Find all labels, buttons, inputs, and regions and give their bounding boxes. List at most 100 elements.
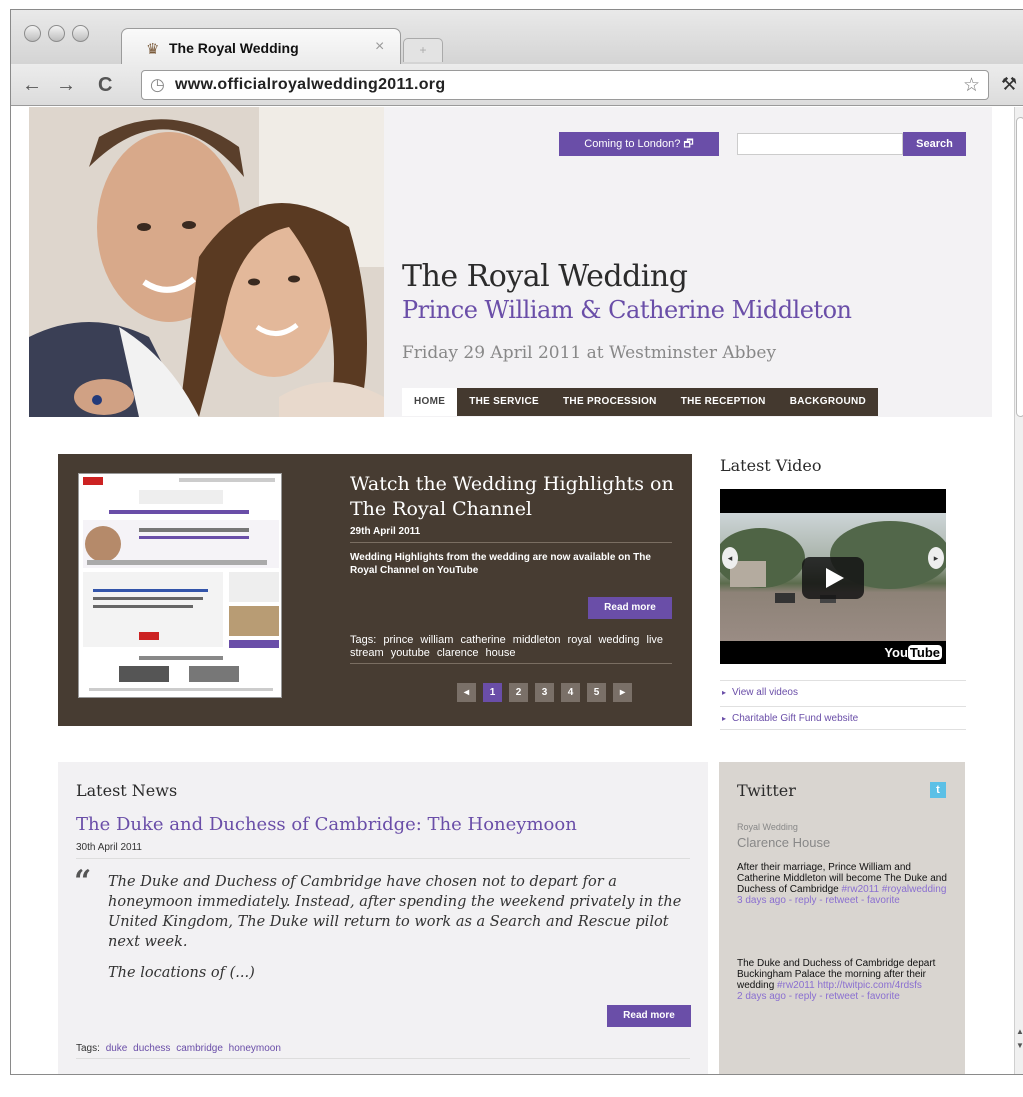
nav-the-service[interactable]: THE SERVICE [457, 388, 552, 416]
tag-link[interactable]: royal [568, 634, 592, 646]
latest-news-panel: Latest News The Duke and Duchess of Camb… [58, 762, 708, 1074]
tag-link[interactable]: house [486, 647, 516, 659]
tag-link[interactable]: honeymoon [229, 1043, 281, 1054]
divider [76, 1058, 690, 1059]
browser-window: ♛ The Royal Wedding × + ← → C ◷ www.offi… [10, 9, 1023, 1075]
video-prev-icon[interactable]: ◂ [722, 547, 738, 569]
main-navigation: HOME THE SERVICE THE PROCESSION THE RECE… [402, 388, 879, 416]
nav-the-procession[interactable]: THE PROCESSION [551, 388, 669, 416]
pager-page-2[interactable]: 2 [509, 683, 528, 702]
feature-description: Wedding Highlights from the wedding are … [350, 552, 651, 576]
video-next-icon[interactable]: ▸ [928, 547, 944, 569]
twitter-account-org[interactable]: Clarence House [737, 835, 830, 850]
tag-link[interactable]: duke [106, 1043, 128, 1054]
royal-channel-screenshot[interactable] [78, 473, 282, 698]
arrow-bullet-icon: ▸ [722, 714, 727, 723]
news-excerpt-continued: The locations of (...) [108, 965, 255, 981]
nav-home[interactable]: HOME [402, 388, 458, 416]
video-player[interactable]: ◂ ▸ You Tube [720, 489, 946, 664]
globe-icon: ◷ [150, 75, 165, 94]
site-date-line: Friday 29 April 2011 at Westminster Abbe… [402, 343, 777, 363]
charitable-gift-fund-link[interactable]: ▸ Charitable Gift Fund website [720, 706, 966, 730]
address-bar[interactable]: ◷ www.officialroyalwedding2011.org ☆ [141, 70, 989, 100]
latest-news-heading: Latest News [76, 781, 178, 800]
feature-carousel: Watch the Wedding Highlights on The Roya… [58, 454, 692, 726]
search-input[interactable] [737, 133, 903, 155]
pager-next-icon[interactable]: ▸ [613, 683, 632, 702]
tag-link[interactable]: wedding [598, 634, 639, 646]
web-page: Coming to London? 🗗 Search The Royal Wed… [11, 107, 1014, 1074]
scroll-up-icon[interactable]: ▲ [1016, 1027, 1023, 1036]
nav-background[interactable]: BACKGROUND [777, 388, 879, 416]
news-tags: Tags: duke duchess cambridge honeymoon [76, 1043, 281, 1054]
twitter-heading: Twitter [737, 781, 796, 800]
latest-video-heading: Latest Video [720, 456, 822, 475]
tag-link[interactable]: duchess [133, 1043, 170, 1054]
tag-link[interactable]: youtube [391, 647, 430, 659]
new-tab-button[interactable]: + [403, 38, 443, 62]
site-title: The Royal Wedding [402, 259, 688, 294]
tab-title: The Royal Wedding [169, 40, 299, 56]
pager-prev-icon[interactable]: ◂ [457, 683, 476, 702]
tag-link[interactable]: prince [383, 634, 413, 646]
tag-link[interactable]: stream [350, 647, 384, 659]
tags-label: Tags: [350, 634, 377, 646]
title-bar: ♛ The Royal Wedding × + [11, 10, 1023, 64]
tweet: The Duke and Duchess of Cambridge depart… [737, 958, 936, 1002]
site-subtitle: Prince William & Catherine Middleton [402, 296, 852, 324]
twitter-bird-icon[interactable]: t [930, 782, 946, 798]
scroll-down-icon[interactable]: ▼ [1016, 1041, 1023, 1050]
tag-link[interactable]: catherine [460, 634, 505, 646]
tweet-actions[interactable]: 2 days ago - reply - retweet - favorite [737, 991, 900, 1002]
nav-the-reception[interactable]: THE RECEPTION [668, 388, 778, 416]
search-button[interactable]: Search [903, 132, 966, 156]
twitter-account-name[interactable]: Royal Wedding [737, 822, 798, 832]
divider [350, 663, 672, 664]
tweet-hashtags[interactable]: #rw2011 #royalwedding [842, 884, 947, 895]
news-article-title[interactable]: The Duke and Duchess of Cambridge: The H… [76, 814, 577, 835]
url-text[interactable]: www.officialroyalwedding2011.org [175, 76, 445, 94]
close-window-button[interactable] [24, 25, 41, 42]
feature-date: 29th April 2011 [350, 526, 421, 537]
feature-read-more-button[interactable]: Read more [588, 597, 672, 619]
divider [350, 542, 672, 543]
tab-close-icon[interactable]: × [375, 38, 384, 56]
zoom-window-button[interactable] [72, 25, 89, 42]
divider [76, 858, 690, 859]
news-read-more-button[interactable]: Read more [607, 1005, 691, 1027]
tag-link[interactable]: clarence [437, 647, 479, 659]
pager-page-5[interactable]: 5 [587, 683, 606, 702]
bookmark-star-icon[interactable]: ☆ [963, 74, 980, 97]
browser-tab[interactable]: ♛ The Royal Wedding × [121, 28, 401, 64]
scrollbar-thumb[interactable] [1016, 117, 1023, 417]
play-icon[interactable] [802, 557, 864, 599]
reload-icon[interactable]: C [98, 74, 112, 97]
favicon-icon: ♛ [146, 41, 160, 58]
carousel-pager: ◂ 1 2 3 4 5 ▸ [457, 683, 632, 702]
tweet-hashtags[interactable]: #rw2011 http://twitpic.com/4rdsfs [777, 980, 922, 991]
tag-link[interactable]: live [647, 634, 664, 646]
youtube-logo: You Tube [884, 645, 942, 660]
pager-page-1[interactable]: 1 [483, 683, 502, 702]
wrench-icon[interactable]: ⚒ [1001, 74, 1017, 95]
tag-link[interactable]: cambridge [176, 1043, 223, 1054]
tag-link[interactable]: middleton [513, 634, 561, 646]
tag-link[interactable]: william [420, 634, 453, 646]
tweet: After their marriage, Prince William and… [737, 862, 947, 906]
minimize-window-button[interactable] [48, 25, 65, 42]
vertical-scrollbar[interactable]: ▲ ▼ [1014, 107, 1023, 1074]
hero-couple-photo [29, 107, 384, 417]
tweet-actions[interactable]: 3 days ago - reply - retweet - favorite [737, 895, 900, 906]
coming-to-london-button[interactable]: Coming to London? 🗗 [559, 132, 719, 156]
pager-page-3[interactable]: 3 [535, 683, 554, 702]
back-arrow-icon[interactable]: ← [22, 74, 42, 97]
news-date: 30th April 2011 [76, 842, 142, 853]
arrow-bullet-icon: ▸ [722, 688, 727, 697]
view-all-videos-link[interactable]: ▸ View all videos [720, 680, 966, 704]
forward-arrow-icon[interactable]: → [56, 74, 76, 97]
twitter-panel: Twitter t Royal Wedding Clarence House A… [719, 762, 965, 1074]
news-excerpt: The Duke and Duchess of Cambridge have c… [108, 874, 682, 950]
tags-label: Tags: [76, 1043, 100, 1054]
feature-title[interactable]: Watch the Wedding Highlights on The Roya… [350, 472, 680, 522]
pager-page-4[interactable]: 4 [561, 683, 580, 702]
